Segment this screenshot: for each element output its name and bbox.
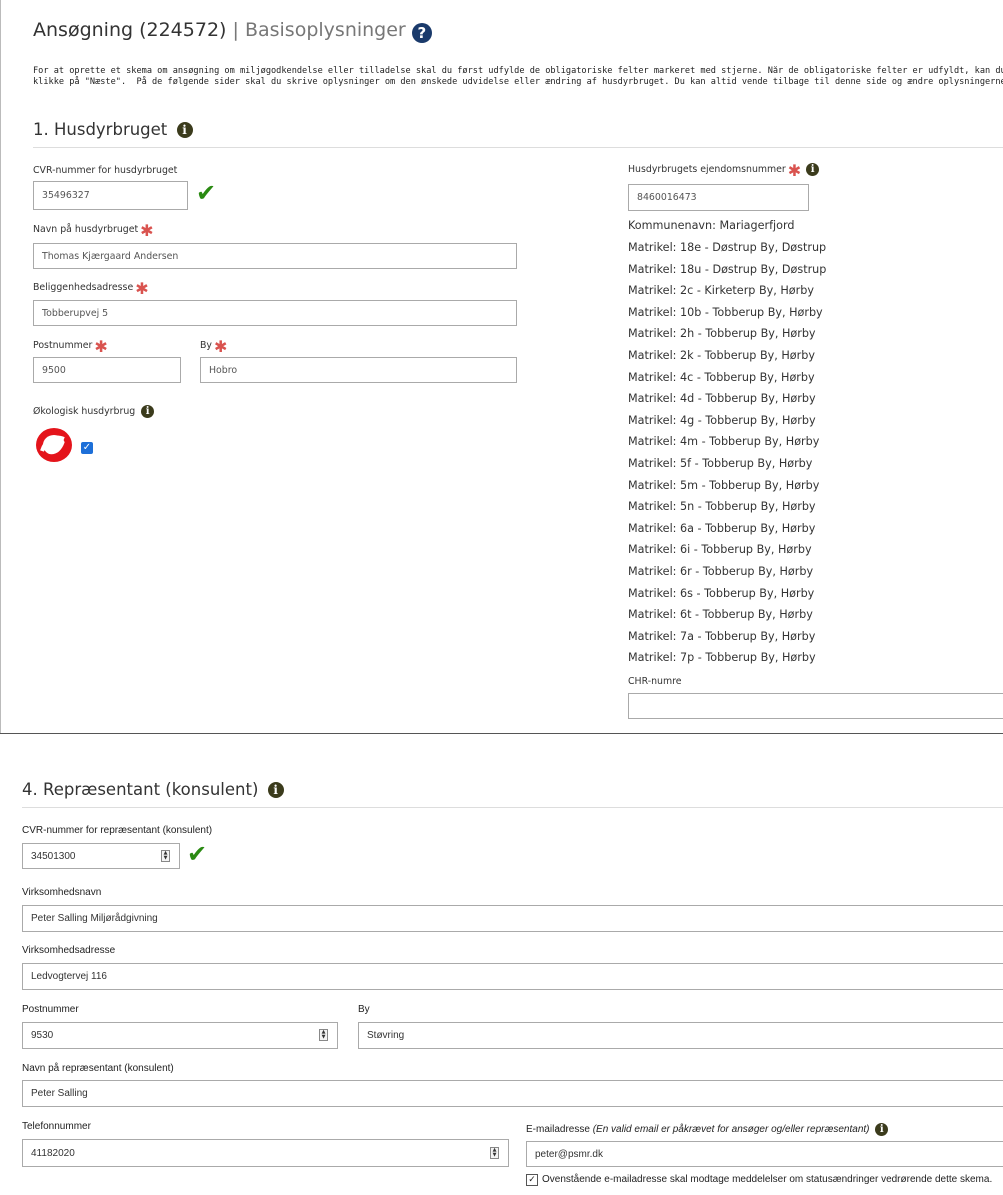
company-address-input[interactable]: Ledvogtervej 116 <box>22 963 1003 990</box>
phone-label: Telefonnummer <box>22 1121 91 1132</box>
asterisk-icon: ✱ <box>787 161 802 180</box>
page-title-text: Ansøgning (224572) <box>33 19 227 41</box>
matrikel-item: Matrikel: 6s - Tobberup By, Hørby <box>628 586 815 600</box>
property-label: Husdyrbrugets ejendomsnummer ✱ i <box>628 163 820 179</box>
spinner-icon[interactable]: ▲ ▼ <box>490 1147 499 1159</box>
check-icon: ✔ <box>187 840 208 868</box>
info-icon[interactable]: i <box>141 405 155 418</box>
postal-label-text: Postnummer <box>33 340 93 351</box>
municipality-name: Kommunenavn: Mariagerfjord <box>628 219 795 232</box>
phone-value: 41182020 <box>31 1147 75 1159</box>
section-4-title: 4. Repræsentant (konsulent) i <box>22 780 284 799</box>
rep-city-label: By <box>358 1004 370 1015</box>
matrikel-item: Matrikel: 6t - Tobberup By, Hørby <box>628 608 813 622</box>
matrikel-list: Matrikel: 18e - Døstrup By, Døstrup Matri… <box>628 237 826 669</box>
matrikel-item: Matrikel: 6r - Tobberup By, Hørby <box>628 564 814 578</box>
matrikel-item: Matrikel: 2h - Tobberup By, Hørby <box>628 327 816 341</box>
organic-label-text: Økologisk husdyrbrug <box>33 406 136 417</box>
organic-checkbox[interactable]: ✓ <box>81 442 93 454</box>
matrikel-item: Matrikel: 10b - Tobberup By, Hørby <box>628 305 823 319</box>
rep-cvr-input[interactable]: 34501300 <box>22 843 180 869</box>
matrikel-item: Matrikel: 4g - Tobberup By, Hørby <box>628 413 816 427</box>
rep-name-input[interactable]: Peter Salling <box>22 1080 1003 1107</box>
page-subtitle: Basisoplysninger <box>244 19 406 41</box>
check-icon: ✔ <box>196 179 217 207</box>
email-label-text: E-mailadresse <box>526 1124 590 1135</box>
page-title: Ansøgning (224572) | Basisoplysninger ? <box>33 19 432 43</box>
matrikel-item: Matrikel: 4d - Tobberup By, Hørby <box>628 392 816 406</box>
city-input[interactable]: Hobro <box>200 357 517 383</box>
info-icon[interactable]: i <box>806 163 820 176</box>
matrikel-item: Matrikel: 4m - Tobberup By, Hørby <box>628 435 820 449</box>
rep-cvr-label: CVR-nummer for repræsentant (konsulent) <box>22 825 213 836</box>
rep-name-label: Navn på repræsentant (konsulent) <box>22 1063 174 1074</box>
matrikel-item: Matrikel: 7a - Tobberup By, Hørby <box>628 629 816 643</box>
matrikel-item: Matrikel: 5f - Tobberup By, Hørby <box>628 456 813 470</box>
name-label-text: Navn på husdyrbruget <box>33 224 139 235</box>
rep-postal-input[interactable]: 9530 <box>22 1022 338 1049</box>
address-input[interactable]: Tobberupvej 5 <box>33 300 517 326</box>
notify-label: Ovenstående e-mailadresse skal modtage m… <box>542 1174 993 1185</box>
matrikel-item: Matrikel: 18e - Døstrup By, Døstrup <box>628 241 827 254</box>
info-icon[interactable]: i <box>875 1123 889 1136</box>
company-label: Virksomhedsnavn <box>22 887 102 898</box>
asterisk-icon: ✱ <box>213 337 228 356</box>
email-input[interactable]: peter@psmr.dk <box>526 1141 1003 1167</box>
organic-logo-icon <box>34 425 74 465</box>
section-1-title: 1. Husdyrbruget i <box>33 120 193 139</box>
organic-label: Økologisk husdyrbrug i <box>33 405 155 418</box>
matrikel-item: Matrikel: 2c - Kirketerp By, Hørby <box>628 284 814 298</box>
cvr-label: CVR-nummer for husdyrbruget <box>33 165 178 176</box>
intro-line-2: klikke på "Næste". På de følgende sider … <box>33 77 1003 87</box>
chr-input[interactable] <box>628 693 1003 719</box>
postal-input[interactable]: 9500 <box>33 357 181 383</box>
section-1-rule <box>33 147 1003 148</box>
asterisk-icon: ✱ <box>135 279 149 298</box>
name-input[interactable]: Thomas Kjærgaard Andersen <box>33 243 517 269</box>
matrikel-item: Matrikel: 2k - Tobberup By, Hørby <box>628 348 815 362</box>
spinner-icon[interactable]: ▲ ▼ <box>161 850 170 862</box>
matrikel-item: Matrikel: 6i - Tobberup By, Hørby <box>628 543 812 557</box>
title-separator: | <box>232 19 239 41</box>
city-label: By ✱ <box>200 339 227 355</box>
company-input[interactable]: Peter Salling Miljørådgivning <box>22 905 1003 932</box>
info-icon[interactable]: i <box>267 782 284 798</box>
matrikel-item: Matrikel: 18u - Døstrup By, Døstrup <box>628 262 827 276</box>
section-1-title-text: 1. Husdyrbruget <box>33 120 168 139</box>
asterisk-icon: ✱ <box>140 221 154 240</box>
matrikel-item: Matrikel: 7p - Tobberup By, Hørby <box>628 651 816 665</box>
phone-input[interactable]: 41182020 <box>22 1139 509 1167</box>
info-icon[interactable]: i <box>176 122 193 138</box>
intro-line-1: For at oprette et skema om ansøgning om … <box>33 66 1003 76</box>
company-address-label: Virksomhedsadresse <box>22 945 116 956</box>
city-label-text: By <box>200 340 212 351</box>
matrikel-item: Matrikel: 5m - Tobberup By, Hørby <box>628 478 820 492</box>
matrikel-item: Matrikel: 5n - Tobberup By, Hørby <box>628 500 816 514</box>
question-circle-icon[interactable]: ? <box>411 23 432 43</box>
panel-divider <box>0 733 1003 734</box>
email-label: E-mailadresse (En valid email er påkræve… <box>526 1123 889 1136</box>
rep-cvr-value: 34501300 <box>31 850 76 862</box>
asterisk-icon: ✱ <box>94 337 108 356</box>
matrikel-item: Matrikel: 4c - Tobberup By, Hørby <box>628 370 815 384</box>
email-note: (En valid email er påkrævet for ansøger … <box>592 1124 870 1135</box>
section-4-rule <box>22 807 1003 808</box>
rep-postal-value: 9530 <box>31 1030 54 1041</box>
chr-label: CHR-numre <box>628 676 682 687</box>
address-label: Beliggenhedsadresse ✱ <box>33 281 149 297</box>
name-label: Navn på husdyrbruget ✱ <box>33 223 154 239</box>
spinner-icon[interactable]: ▲ ▼ <box>319 1029 328 1041</box>
postal-label: Postnummer ✱ <box>33 339 108 355</box>
property-input[interactable]: 8460016473 <box>628 184 809 211</box>
rep-city-input[interactable]: Støvring <box>358 1022 1003 1049</box>
rep-postal-label: Postnummer <box>22 1004 79 1015</box>
address-label-text: Beliggenhedsadresse <box>33 282 134 293</box>
intro-text: For at oprette et skema om ansøgning om … <box>33 66 1003 88</box>
cvr-input[interactable]: 35496327 <box>33 181 188 210</box>
notify-checkbox[interactable]: ✓ <box>526 1174 538 1186</box>
property-label-text: Husdyrbrugets ejendomsnummer <box>628 164 786 175</box>
matrikel-item: Matrikel: 6a - Tobberup By, Hørby <box>628 521 816 535</box>
section-4-title-text: 4. Repræsentant (konsulent) <box>22 780 259 799</box>
